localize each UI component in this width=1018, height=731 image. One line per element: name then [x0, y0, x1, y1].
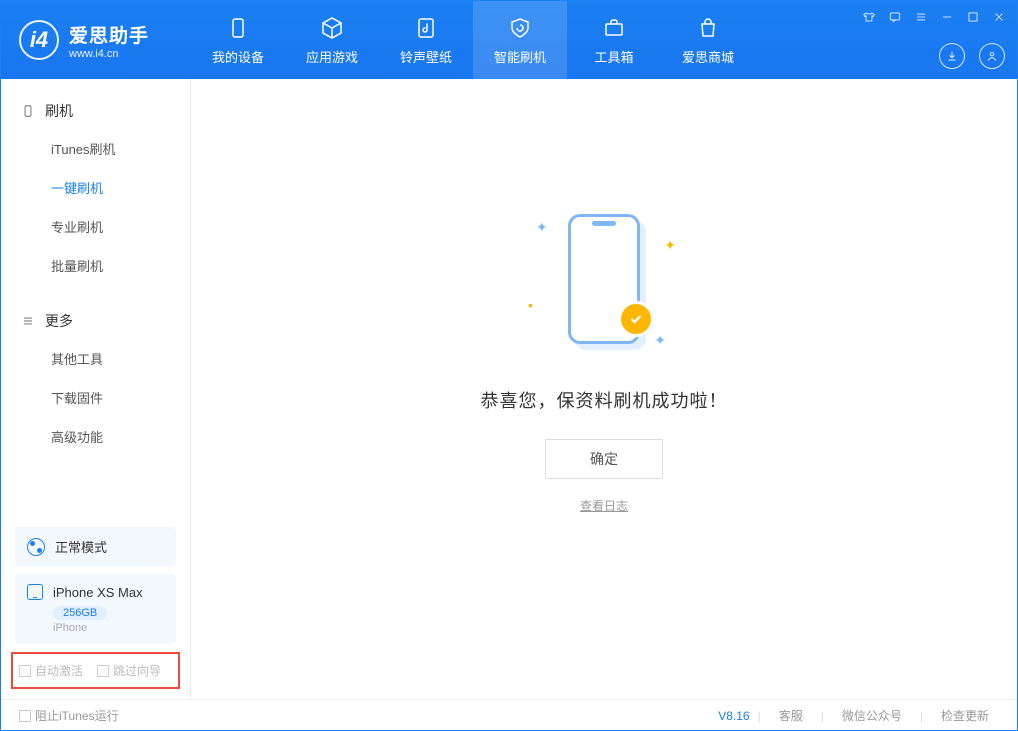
download-icon[interactable] [939, 43, 965, 69]
checkbox-auto-activate[interactable]: 自动激活 [19, 662, 83, 679]
user-icon[interactable] [979, 43, 1005, 69]
sidebar-item-other-tools[interactable]: 其他工具 [1, 339, 190, 378]
refresh-shield-icon [507, 15, 533, 41]
device-icon [21, 104, 35, 118]
checkbox-icon [19, 665, 31, 677]
maximize-icon[interactable] [965, 9, 981, 25]
device-storage-badge: 256GB [53, 606, 107, 620]
bag-icon [695, 15, 721, 41]
list-icon [21, 314, 35, 328]
footer-link-update[interactable]: 检查更新 [931, 707, 999, 724]
sidebar: 刷机 iTunes刷机 一键刷机 专业刷机 批量刷机 更多 其他工具 下载固件 … [1, 79, 191, 699]
nav-apps-games[interactable]: 应用游戏 [285, 1, 379, 79]
sidebar-item-batch-flash[interactable]: 批量刷机 [1, 246, 190, 285]
sidebar-item-advanced[interactable]: 高级功能 [1, 417, 190, 456]
window-controls [861, 9, 1007, 25]
success-illustration: ✦✦•✦ [504, 199, 704, 359]
sidebar-section-flash: 刷机 [1, 93, 190, 129]
cube-icon [319, 15, 345, 41]
feedback-icon[interactable] [887, 9, 903, 25]
nav-my-device[interactable]: 我的设备 [191, 1, 285, 79]
app-logo-icon: i4 [19, 20, 59, 60]
ok-button[interactable]: 确定 [545, 439, 663, 479]
checkbox-icon [97, 665, 109, 677]
view-log-link[interactable]: 查看日志 [580, 497, 628, 514]
minimize-icon[interactable] [939, 9, 955, 25]
checkbox-icon [19, 710, 31, 722]
footer-link-wechat[interactable]: 微信公众号 [832, 707, 912, 724]
checkmark-badge-icon [618, 301, 654, 337]
sidebar-item-pro-flash[interactable]: 专业刷机 [1, 207, 190, 246]
header-actions [939, 43, 1005, 69]
device-card[interactable]: iPhone XS Max 256GB iPhone [15, 574, 176, 644]
mode-label: 正常模式 [55, 537, 107, 556]
footer: 阻止iTunes运行 V8.16 | 客服 | 微信公众号 | 检查更新 [1, 699, 1017, 731]
menu-icon[interactable] [913, 9, 929, 25]
top-nav: 我的设备 应用游戏 铃声壁纸 智能刷机 工具箱 爱思商城 [191, 1, 755, 79]
toolbox-icon [601, 15, 627, 41]
sidebar-item-oneclick-flash[interactable]: 一键刷机 [1, 168, 190, 207]
device-name: iPhone XS Max [53, 585, 143, 600]
tshirt-icon[interactable] [861, 9, 877, 25]
device-type: iPhone [53, 622, 164, 634]
sidebar-item-itunes-flash[interactable]: iTunes刷机 [1, 129, 190, 168]
flash-options-highlight: 自动激活 跳过向导 [11, 652, 180, 689]
mode-icon [27, 538, 45, 556]
checkbox-stop-itunes[interactable]: 阻止iTunes运行 [19, 707, 119, 724]
nav-ringtones-wallpapers[interactable]: 铃声壁纸 [379, 1, 473, 79]
mode-card[interactable]: 正常模式 [15, 527, 176, 566]
app-subtitle: www.i4.cn [69, 48, 149, 60]
logo-area: i4 爱思助手 www.i4.cn [1, 1, 191, 79]
footer-link-support[interactable]: 客服 [769, 707, 813, 724]
nav-store[interactable]: 爱思商城 [661, 1, 755, 79]
nav-toolbox[interactable]: 工具箱 [567, 1, 661, 79]
nav-smart-flash[interactable]: 智能刷机 [473, 1, 567, 79]
music-file-icon [413, 15, 439, 41]
device-phone-icon [27, 584, 43, 600]
sidebar-section-more: 更多 [1, 303, 190, 339]
success-message: 恭喜您，保资料刷机成功啦！ [481, 387, 728, 413]
app-title: 爱思助手 [69, 21, 149, 48]
close-icon[interactable] [991, 9, 1007, 25]
main-content: ✦✦•✦ 恭喜您，保资料刷机成功啦！ 确定 查看日志 [191, 79, 1017, 699]
version-label: V8.16 [718, 709, 749, 723]
checkbox-skip-guide[interactable]: 跳过向导 [97, 662, 161, 679]
app-header: i4 爱思助手 www.i4.cn 我的设备 应用游戏 铃声壁纸 智能刷机 工具… [1, 1, 1017, 79]
sidebar-item-download-firmware[interactable]: 下载固件 [1, 378, 190, 417]
phone-icon [225, 15, 251, 41]
